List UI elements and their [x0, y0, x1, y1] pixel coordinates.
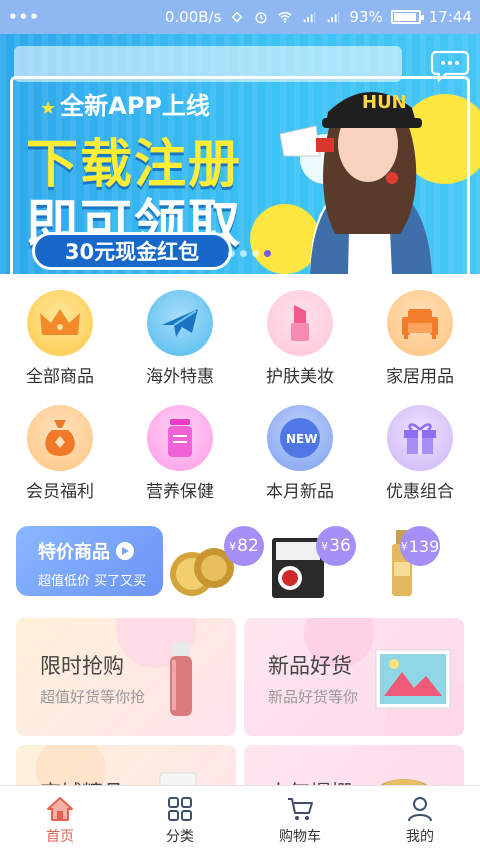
nfc-icon [232, 11, 243, 23]
card-title: 新品好货 [268, 654, 352, 678]
card-subtitle: 超值好货等你抢 [40, 688, 146, 706]
product-item[interactable]: ¥36 [268, 526, 368, 601]
price-value: 82 [237, 536, 259, 556]
category-icon-bg [147, 405, 213, 471]
tab-home[interactable]: 首页 [0, 786, 120, 853]
bottom-tab-bar: 首页 分类 购物车 我的 [0, 785, 480, 853]
alarm-icon [255, 12, 267, 24]
cap-text: HUN [362, 92, 407, 113]
category-all-products[interactable]: 全部商品 [0, 282, 120, 387]
category-member-benefits[interactable]: 会员福利 [0, 397, 120, 502]
book-icon [375, 649, 451, 709]
promo-banner[interactable]: ★ 全新APP上线 下载注册 即可领取 HUN 30元现金红包 [0, 34, 480, 274]
category-home-goods[interactable]: 家居用品 [360, 282, 480, 387]
price-badge: ¥139 [400, 526, 440, 566]
status-bar: ••• 0.00B/s 93% 17:44 [0, 0, 480, 34]
flash-sale-card[interactable]: 限时抢购 超值好货等你抢 [16, 618, 236, 736]
category-label: 营养保健 [146, 482, 214, 502]
special-subtitle: 超值低价 买了又买 [38, 574, 147, 589]
card-subtitle: 新品好货等你 [268, 688, 359, 706]
supplement-jar-icon [168, 419, 192, 457]
card-title: 限时抢购 [40, 654, 124, 678]
pager-dot [228, 250, 235, 257]
signal-icon-2 [328, 11, 340, 23]
tab-label: 购物车 [279, 829, 321, 845]
user-icon [408, 797, 432, 822]
star-icon: ★ [40, 98, 57, 119]
banner-tag: ★ 全新APP上线 [36, 86, 210, 121]
category-new-this-month[interactable]: NEW 本月新品 [240, 397, 360, 502]
sofa-icon [402, 309, 438, 339]
tab-label: 我的 [406, 829, 434, 845]
special-title-row: 特价商品 [38, 538, 163, 564]
pager-dot [264, 250, 271, 257]
price-badge: ¥36 [316, 526, 356, 566]
category-label: 家居用品 [386, 367, 454, 387]
play-icon [116, 542, 134, 560]
notification-dots-icon: ••• [8, 8, 40, 26]
new-badge-icon: NEW [280, 418, 320, 458]
pager-dot [240, 250, 247, 257]
airplane-icon [162, 309, 198, 337]
currency-symbol: ¥ [229, 539, 237, 553]
banner-tag-text: 全新APP上线 [60, 92, 210, 120]
tab-categories[interactable]: 分类 [120, 786, 240, 853]
battery-percent: 93% [349, 8, 383, 26]
clock: 17:44 [428, 8, 472, 26]
category-overseas-deals[interactable]: 海外特惠 [120, 282, 240, 387]
tab-label: 分类 [166, 829, 194, 845]
svg-text:NEW: NEW [286, 432, 317, 446]
category-combo-deals[interactable]: 优惠组合 [360, 397, 480, 502]
thermos-icon [170, 642, 192, 716]
battery-fill [393, 13, 416, 21]
signal-icon-1 [304, 11, 316, 23]
category-icon-bg [387, 290, 453, 356]
price-badge: ¥82 [224, 526, 264, 566]
currency-symbol: ¥ [400, 539, 408, 553]
tab-profile[interactable]: 我的 [360, 786, 480, 853]
grid-icon [168, 797, 192, 821]
category-icon-bg [27, 405, 93, 471]
crown-icon [40, 309, 80, 335]
special-offers-button[interactable]: 特价商品 超值低价 买了又买 [16, 526, 163, 596]
network-speed: 0.00B/s [164, 8, 222, 26]
price-value: 36 [329, 536, 351, 556]
model-photo: HUN [280, 91, 432, 274]
app-screen: ••• 0.00B/s 93% 17:44 ★ 全新APP上线 下载注册 即可领取 [0, 0, 480, 853]
price-value: 139 [408, 536, 440, 556]
lipstick-icon [291, 305, 309, 341]
category-icon-bg [147, 290, 213, 356]
home-icon [47, 797, 73, 821]
cart-icon [288, 798, 313, 820]
category-icon-bg [267, 290, 333, 356]
category-icon-bg: NEW [267, 405, 333, 471]
category-icon-bg [387, 405, 453, 471]
banner-pager [228, 250, 271, 257]
category-label: 海外特惠 [146, 367, 214, 387]
new-arrivals-card[interactable]: 新品好货 新品好货等你 [244, 618, 464, 736]
wifi-icon [278, 12, 293, 23]
category-label: 护肤美妆 [266, 367, 334, 387]
battery-icon [390, 10, 424, 24]
tab-cart[interactable]: 购物车 [240, 786, 360, 853]
category-icon-bg [27, 290, 93, 356]
pager-dot [252, 250, 259, 257]
category-skincare[interactable]: 护肤美妆 [240, 282, 360, 387]
category-nutrition[interactable]: 营养保健 [120, 397, 240, 502]
tab-label: 首页 [46, 829, 74, 845]
banner-cta[interactable]: 30元现金红包 [32, 232, 232, 270]
product-item[interactable]: ¥139 [372, 526, 472, 601]
category-label: 会员福利 [26, 482, 94, 502]
product-item[interactable]: ¥82 [168, 526, 268, 601]
currency-symbol: ¥ [321, 539, 329, 553]
special-title: 特价商品 [38, 542, 110, 563]
category-label: 优惠组合 [386, 482, 454, 502]
gift-icon [404, 423, 436, 454]
category-label: 本月新品 [266, 482, 334, 502]
money-bag-icon [45, 420, 75, 456]
category-label: 全部商品 [26, 367, 94, 387]
